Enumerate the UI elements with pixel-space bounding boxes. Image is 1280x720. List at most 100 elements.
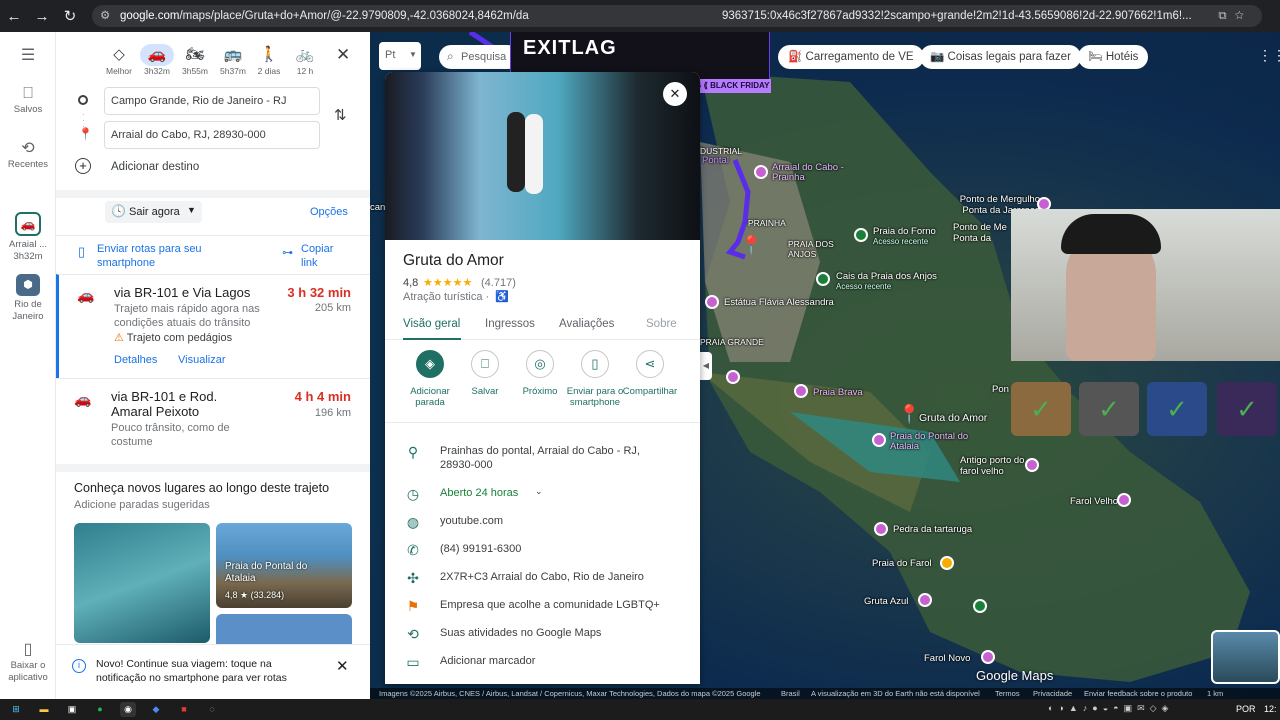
app-icon[interactable]: ◆ <box>148 702 164 717</box>
tab-overview[interactable]: Visão geral <box>403 318 460 330</box>
collapse-panel-button[interactable]: ◀ <box>700 352 712 380</box>
chip-ev-charging[interactable]: ⛽ Carregamento de VE <box>778 45 924 69</box>
chip-things-to-do[interactable]: 📷 Coisas legais para fazer <box>920 45 1081 69</box>
activity-row[interactable]: ⟲ Suas atividades no Google Maps <box>385 620 700 648</box>
poi-marker[interactable] <box>874 522 888 536</box>
suggestion-image-3[interactable] <box>216 614 352 644</box>
site-info-icon[interactable]: ⚙ <box>100 5 110 27</box>
privacy-link[interactable]: Privacidade <box>1033 688 1072 699</box>
send-routes-link[interactable]: Enviar rotas para seu smartphone <box>97 242 227 270</box>
address-bar[interactable]: ⚙ google.com/maps/place/Gruta+do+Amor/@-… <box>92 5 1262 27</box>
travel-mode-4[interactable]: 🚶 2 dias <box>252 44 286 76</box>
language-indicator[interactable]: POR <box>1236 704 1256 714</box>
chrome-icon[interactable]: ◉ <box>120 702 136 717</box>
reload-icon[interactable]: ↻ <box>56 7 84 25</box>
tray-icons[interactable]: ◐◑▲♪●◒◓▣✉◇◈ <box>1048 703 1173 714</box>
plus-code-row[interactable]: ✣ 2X7R+C3 Arraial do Cabo, Rio de Janeiro <box>385 564 700 592</box>
poi-marker[interactable] <box>918 593 932 607</box>
feedback-link[interactable]: Enviar feedback sobre o produto <box>1084 688 1192 699</box>
poi-marker[interactable] <box>854 228 868 242</box>
poi-marker[interactable] <box>726 370 740 384</box>
app-icon[interactable]: ◌ <box>204 702 220 717</box>
spotify-icon[interactable]: ● <box>92 702 108 717</box>
download-app-button[interactable]: ▯ Baixar o aplicativo <box>0 642 56 684</box>
language-selector[interactable]: Pt ▼ <box>379 42 421 70</box>
suggestion-card-pontal[interactable]: Praia do Pontal do Atalaia 4,8 ★ (33.284… <box>216 523 352 608</box>
details-link[interactable]: Detalhes <box>114 354 157 366</box>
poi-marker[interactable] <box>1117 493 1131 507</box>
route-option-2[interactable]: 🚗 via BR-101 e Rod. Amaral Peixoto 4 h 4… <box>56 378 370 464</box>
phone-row[interactable]: ✆ (84) 99191-6300 <box>385 536 700 564</box>
poi-marker[interactable] <box>816 272 830 286</box>
poi-marker[interactable] <box>981 650 995 664</box>
selected-place-pin-icon[interactable]: 📍 <box>898 404 920 425</box>
send-to-phone-button[interactable]: ▯ Enviar para o smartphone <box>565 350 625 408</box>
website-row[interactable]: ◍ youtube.com <box>385 508 700 536</box>
chip-hotels[interactable]: 🛏 Hotéis <box>1078 45 1149 69</box>
copy-link-button[interactable]: Copiar link <box>301 242 351 270</box>
store-icon[interactable]: ▣ <box>64 702 80 717</box>
travel-mode-0[interactable]: ◇ Melhor <box>102 44 136 76</box>
poi-marker[interactable] <box>705 295 719 309</box>
route-title: via BR-101 e Via Lagos <box>114 285 251 300</box>
swap-icon[interactable]: ⇅ <box>334 106 347 124</box>
suggestion-image-1[interactable] <box>74 523 210 643</box>
start-icon[interactable]: ⊞ <box>8 702 24 717</box>
poi-marker[interactable] <box>973 599 987 613</box>
destination-input[interactable]: Arraial do Cabo, RJ, 28930-000 <box>104 121 320 149</box>
map-search-box[interactable]: ⌕ Pesquisa <box>439 45 519 69</box>
tab-about[interactable]: Sobre <box>646 318 677 330</box>
travel-mode-label: 5h37m <box>220 66 246 76</box>
travel-mode-3[interactable]: 🚌 5h37m <box>216 44 250 76</box>
arraial-label: Arraial ... <box>8 239 47 250</box>
attribution-text: Imagens ©2025 Airbus, CNES / Airbus, Lan… <box>379 689 761 698</box>
arraial-time: 3h32m <box>13 251 43 262</box>
close-toast-icon[interactable]: ✕ <box>336 657 349 675</box>
save-button[interactable]: ⎕ Salvar <box>455 350 515 397</box>
share-button[interactable]: ⋖ Compartilhar <box>620 350 680 397</box>
tab-reviews[interactable]: Avaliações <box>559 318 614 330</box>
region-label: Brasil <box>781 689 800 698</box>
folder-icon[interactable]: ▬ <box>36 702 52 717</box>
add-destination-link[interactable]: Adicionar destino <box>111 161 199 173</box>
place-photo[interactable] <box>385 72 700 240</box>
leave-now-dropdown[interactable]: 🕓 Sair agora ▼ <box>105 201 202 223</box>
close-place-icon[interactable]: ✕ <box>663 82 687 106</box>
address-row[interactable]: ⚲ Prainhas do pontal, Arraial do Cabo - R… <box>385 438 700 472</box>
forward-icon[interactable]: → <box>28 8 56 25</box>
add-stop-button[interactable]: ◈ Adicionar parada <box>400 350 460 408</box>
terms-link[interactable]: Termos <box>995 688 1020 699</box>
add-label-row[interactable]: ▭ Adicionar marcador <box>385 648 700 676</box>
poi-marker[interactable] <box>1025 458 1039 472</box>
rating-stars: ★★★★★ <box>423 277 473 289</box>
poi-marker[interactable] <box>794 384 808 398</box>
options-button[interactable]: Opções <box>310 206 348 218</box>
map-label: Praia Brava <box>813 387 863 398</box>
recent-button[interactable]: ⟲ Recentes <box>0 141 56 171</box>
back-icon[interactable]: ← <box>0 8 28 25</box>
travel-mode-5[interactable]: 🚲 12 h <box>288 44 322 76</box>
nearby-button[interactable]: ◎ Próximo <box>510 350 570 397</box>
poi-marker[interactable] <box>872 433 886 447</box>
tab-tickets[interactable]: Ingressos <box>485 318 535 330</box>
app-icon[interactable]: ■ <box>176 702 192 717</box>
poi-marker[interactable] <box>754 165 768 179</box>
recent-rio[interactable]: ⬢ Rio de Janeiro <box>0 274 56 323</box>
route-option-1[interactable]: 🚗 via BR-101 e Via Lagos 3 h 32 min 205 … <box>56 274 370 378</box>
origin-input[interactable]: Campo Grande, Rio de Janeiro - RJ <box>104 87 320 115</box>
add-destination-icon[interactable]: + <box>75 158 91 174</box>
star-marker[interactable] <box>940 556 954 570</box>
clock[interactable]: 12: <box>1264 704 1277 714</box>
review-count[interactable]: (4.717) <box>481 277 516 289</box>
recent-arraial[interactable]: 🚗 Arraial ... 3h32m <box>0 212 56 263</box>
view-link[interactable]: Visualizar <box>178 354 226 366</box>
travel-mode-1[interactable]: 🚗 3h32m <box>140 44 174 76</box>
menu-button[interactable]: ☰ <box>0 48 56 66</box>
apps-grid-icon[interactable]: ⋮⋮ <box>1258 47 1280 64</box>
layers-toggle[interactable] <box>1211 630 1280 684</box>
close-directions-icon[interactable]: ✕ <box>336 45 350 65</box>
saved-button[interactable]: ⎕ Salvos <box>0 86 56 116</box>
bookmark-star-icon[interactable]: ⧉☆ <box>1218 5 1252 27</box>
hours-row[interactable]: ◷ Aberto 24 horas ⌄ <box>385 480 700 508</box>
travel-mode-2[interactable]: 🏍 3h55m <box>178 44 212 76</box>
